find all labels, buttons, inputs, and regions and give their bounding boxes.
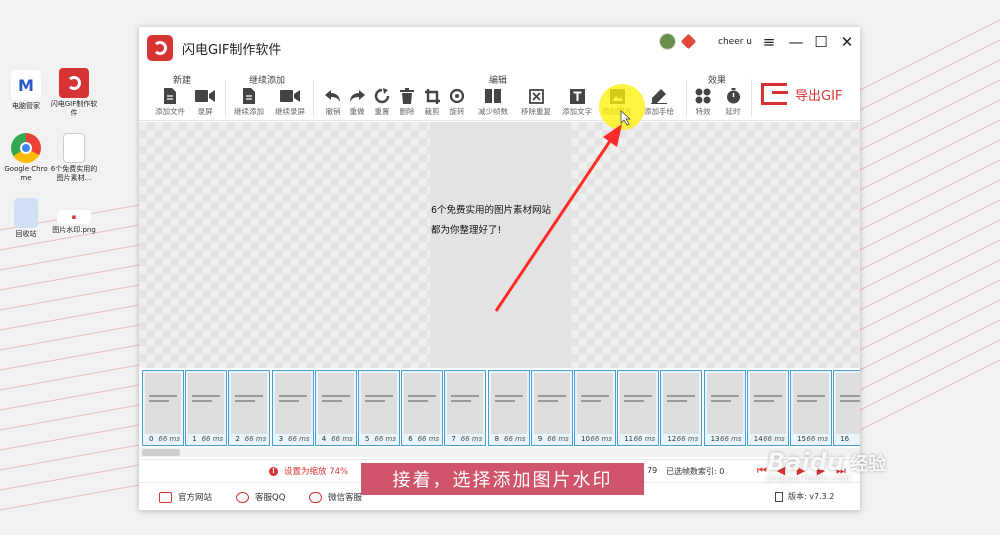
baidu-watermark: Baidu 经验 jingyan.baidu.com — [767, 448, 886, 484]
tutorial-caption: 接着，选择添加图片水印 — [361, 463, 644, 495]
